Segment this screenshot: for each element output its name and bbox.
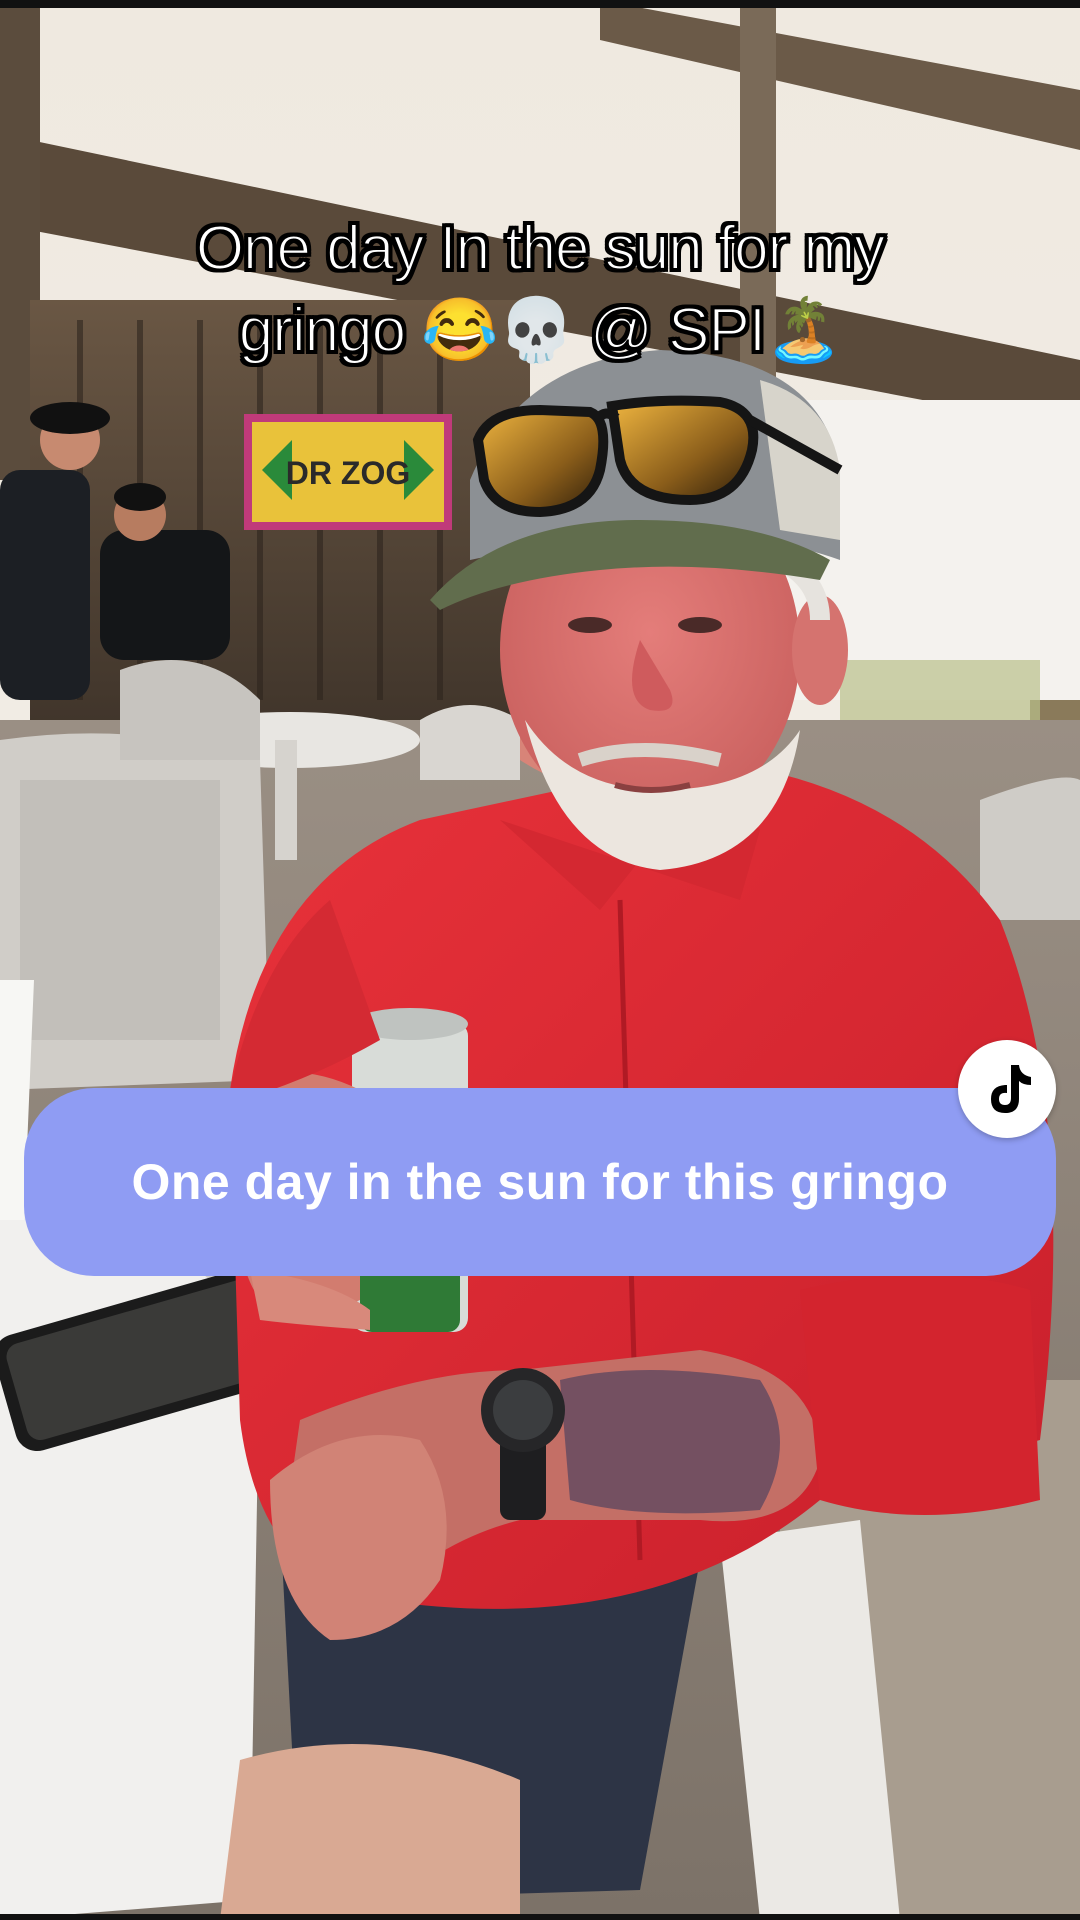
tiktok-logo-icon — [991, 1065, 1031, 1113]
overlay-title: One day In the sun for my gringo 😂💀 @ SP… — [60, 208, 1020, 372]
overlay-title-mention: @ SPI — [589, 295, 767, 366]
top-edge — [0, 0, 1080, 8]
chair-left — [0, 733, 270, 1090]
island-emoji: 🏝️ — [765, 296, 842, 365]
caption-text: One day in the sun for this gringo — [131, 1154, 949, 1210]
chair-right — [980, 777, 1080, 920]
chair-back-3 — [420, 705, 520, 780]
skull-emoji: 💀 — [497, 296, 575, 365]
overlay-title-line-2: gringo 😂💀 @ SPI🏝️ — [60, 290, 1020, 372]
video-frame[interactable]: DR ZOG One day In the sun for my gringo … — [0, 0, 1080, 1920]
bottom-edge — [0, 1914, 1080, 1920]
tattoo — [560, 1370, 780, 1514]
bar-sign-text: DR ZOG — [286, 455, 410, 491]
laughing-emoji: 😂 — [421, 296, 498, 365]
overlay-title-line-1: One day In the sun for my — [195, 213, 886, 284]
overlay-title-word: gringo — [238, 295, 407, 366]
knee — [220, 1744, 520, 1920]
tiktok-badge[interactable] — [958, 1040, 1056, 1138]
caption-bubble: One day in the sun for this gringo — [24, 1088, 1056, 1276]
